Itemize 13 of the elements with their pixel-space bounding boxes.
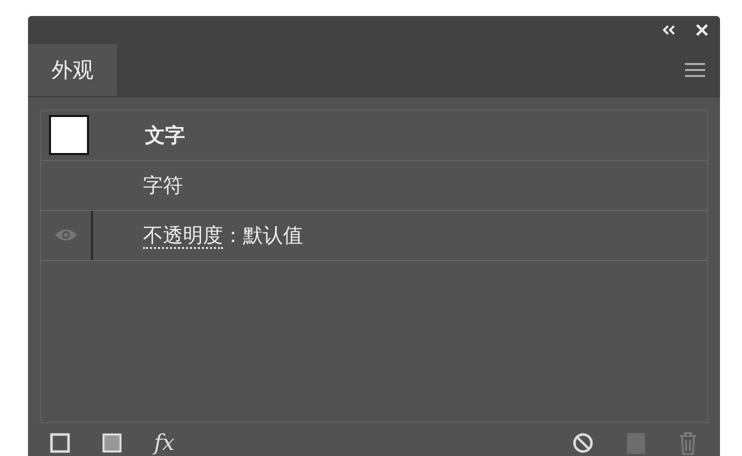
attribute-label[interactable]: 文字: [145, 122, 185, 149]
opacity-text: 不透明度：默认值: [143, 222, 303, 249]
fx-button[interactable]: fx: [154, 430, 175, 456]
square-icon[interactable]: [50, 433, 70, 454]
no-icon[interactable]: [572, 432, 594, 454]
fill-swatch[interactable]: [49, 115, 89, 156]
panel-tab[interactable]: 外观: [28, 44, 117, 96]
attribute-label[interactable]: 字符: [143, 172, 183, 199]
close-icon[interactable]: [696, 24, 708, 36]
menu-icon[interactable]: [684, 62, 706, 78]
collapse-icon[interactable]: [662, 24, 676, 35]
filled-square-icon[interactable]: [102, 433, 122, 454]
opacity-link[interactable]: 不透明度: [143, 222, 223, 249]
